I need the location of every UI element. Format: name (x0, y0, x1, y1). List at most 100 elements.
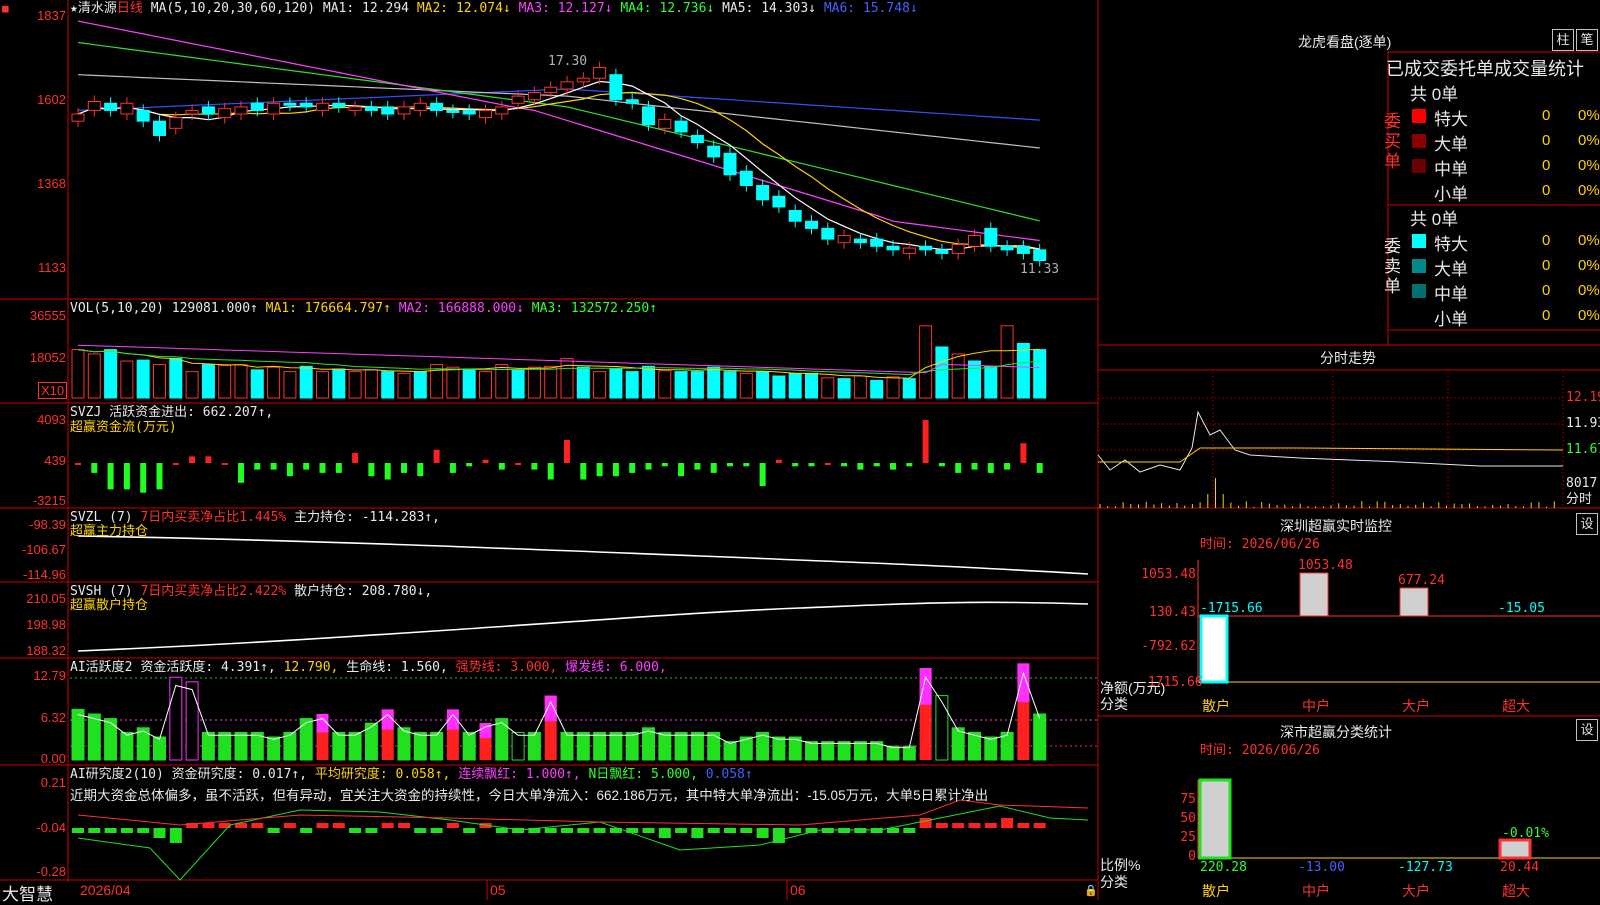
ma1-value: MA1: 12.294 (323, 1, 409, 16)
candle-body (903, 248, 915, 253)
research-bar (920, 818, 932, 828)
dragon-heading: 已成交委托单成交量统计 (1386, 55, 1600, 81)
research-bar (121, 828, 133, 833)
research-bar (137, 828, 149, 833)
research-bar (903, 828, 915, 833)
ai1-burst: 爆发线: 6.000, (565, 660, 667, 675)
fund-flow-bar (466, 463, 472, 466)
candle-body (317, 103, 329, 110)
sz-monitor-settings-button[interactable]: 设 (1576, 513, 1598, 535)
candle-body (985, 228, 997, 246)
candle-body (463, 110, 475, 114)
main-holding-line (78, 536, 1088, 574)
research-bar (463, 828, 475, 833)
research-bar (496, 828, 508, 833)
candle-body (121, 103, 133, 114)
minute-chart-title: 分时走势 (1320, 348, 1376, 368)
activity-bar (349, 732, 361, 760)
sz-class-settings-button[interactable]: 设 (1576, 719, 1598, 741)
candle-body (1001, 246, 1013, 250)
sz-class-cat-mid: 中户 (1302, 884, 1330, 899)
ai1-header: AI活跃度2 资金活跃度: 4.391↑, 12.790, 生命线: 1.560… (70, 660, 667, 675)
lock-icon[interactable]: 🔒 (1084, 883, 1098, 898)
sz-retail-value: -1715.66 (1200, 601, 1263, 616)
fund-flow-bar (662, 463, 668, 466)
fund-flow-bar (613, 463, 619, 476)
svzl-ratio: 7日内买卖净占比1.445% (140, 510, 286, 525)
bar-mode-button[interactable]: 柱 (1552, 29, 1574, 51)
volume-bar (284, 372, 296, 398)
sz-class-cat-large: 大户 (1402, 884, 1430, 899)
candle-body (757, 186, 769, 200)
minute-axis-tick: 11.93 (1566, 416, 1600, 431)
activity-bar (773, 737, 785, 760)
research-line-red (78, 800, 1088, 825)
sz-class-title: 深市超赢分类统计 (1280, 722, 1392, 742)
activity-bar-top (382, 709, 394, 729)
candle-body (528, 93, 540, 100)
ai2-axis-tick: 0.21 (0, 775, 66, 790)
fund-flow-bar (108, 463, 114, 489)
research-bar (72, 828, 84, 833)
candle-body (626, 100, 638, 104)
order-percent: 0% (1578, 157, 1600, 174)
candle-body (724, 153, 736, 174)
volume-bar (936, 347, 948, 398)
order-count: 0 (1542, 232, 1550, 249)
period-label[interactable]: 日线 (117, 1, 143, 16)
price-header: ★清水源日线 MA(5,10,20,30,60,120) MA1: 12.294… (70, 1, 918, 16)
activity-bar (528, 732, 540, 760)
price-axis-tick: 1368 (0, 176, 66, 191)
fund-flow-bar (91, 463, 97, 473)
sz-class-mid-value: -13.00 (1298, 860, 1345, 875)
sz-class-axis-tick: 0 (1150, 849, 1196, 864)
volume-bar (561, 358, 573, 398)
ma3-value: MA3: 12.127↓ (519, 1, 613, 16)
svsh-axis-tick: 210.05 (0, 591, 66, 606)
order-count: 0 (1542, 157, 1550, 174)
fund-flow-bar (564, 440, 570, 463)
minute-axis-tick: 8017 (1566, 476, 1597, 491)
volume-bar (610, 369, 622, 398)
volume-bar (528, 367, 540, 398)
tick-mode-button[interactable]: 笔 (1576, 29, 1598, 51)
volume-bar (105, 350, 117, 398)
order-count: 0 (1542, 182, 1550, 199)
vol-unit-badge: X10 (38, 382, 67, 399)
svsh-axis-tick: 198.98 (0, 617, 66, 632)
fund-flow-bar (939, 463, 945, 466)
volume-bar (594, 372, 606, 398)
fund-flow-bar (434, 450, 440, 463)
sz-monitor-xlabel: 分类 (1100, 697, 1128, 712)
svzj-name: SVZJ (70, 405, 101, 420)
activity-bar (577, 732, 589, 760)
candle-body (920, 246, 932, 250)
sz-monitor-axis-tick: -792.62 (1140, 639, 1196, 654)
research-bar (708, 828, 720, 833)
activity-bar (594, 732, 606, 760)
kline-chart-area[interactable] (0, 0, 1600, 900)
activity-bar (985, 737, 997, 760)
fund-flow-bar (988, 463, 994, 473)
activity-bar (72, 709, 84, 760)
minute-price-line (1098, 412, 1563, 472)
vol-axis-tick: 18052 (0, 350, 66, 365)
fund-flow-bar (711, 463, 717, 473)
volume-bar (1017, 343, 1029, 398)
candle-body (202, 107, 214, 114)
ai1-axis-tick: 6.32 (0, 710, 66, 725)
order-percent: 0% (1578, 282, 1600, 299)
fund-flow-bar (515, 463, 521, 465)
candle-body (137, 110, 149, 121)
fund-flow-bar (401, 463, 407, 473)
favorite-star-icon[interactable]: ★ (70, 1, 78, 16)
volume-bar (300, 366, 312, 398)
sz-class-axis-tick: 75 (1150, 792, 1196, 807)
candle-body (545, 87, 557, 92)
volume-bar (724, 372, 736, 398)
ai1-axis-tick: 12.79 (0, 668, 66, 683)
research-bar (251, 823, 263, 828)
order-color-swatch (1412, 259, 1426, 273)
volume-bar (708, 367, 720, 398)
ai1-axis-tick: 0.00 (0, 751, 66, 766)
